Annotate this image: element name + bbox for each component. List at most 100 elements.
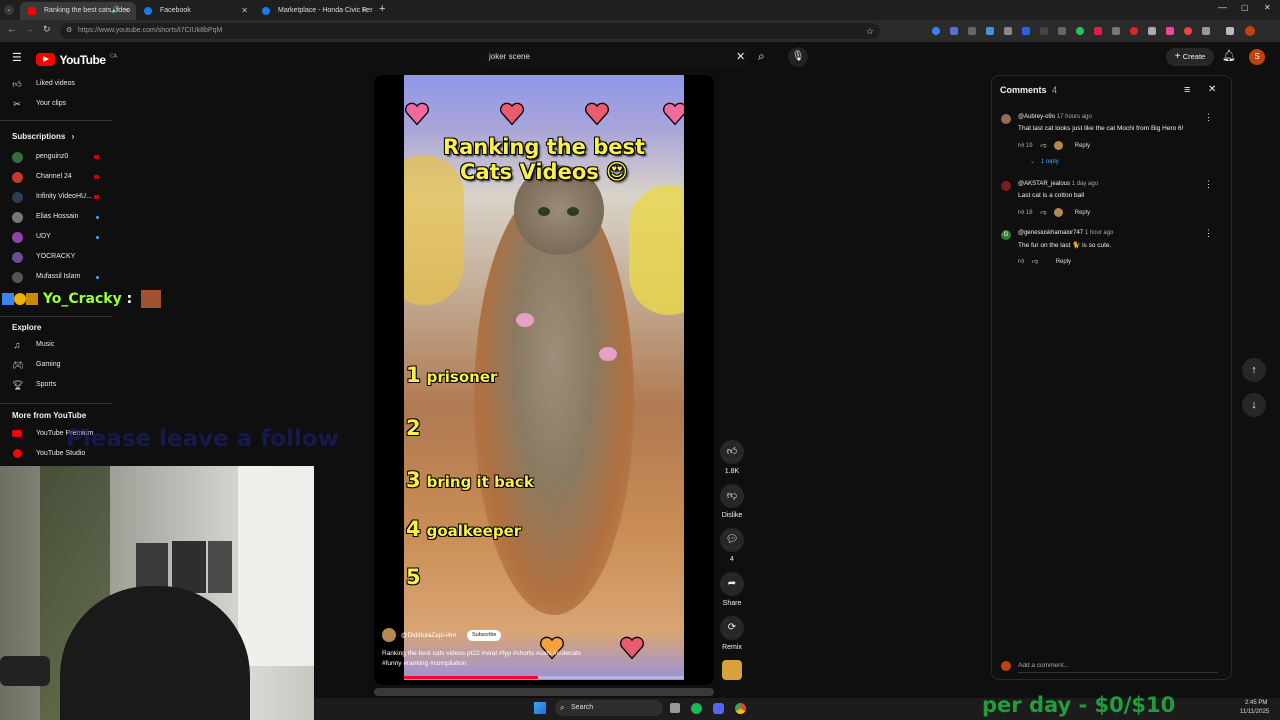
extension-icon[interactable]	[1040, 27, 1048, 35]
share-action[interactable]: ➦ Share	[720, 572, 744, 607]
create-button[interactable]: + Create	[1166, 48, 1214, 66]
shorts-player[interactable]: Ranking the best Cats Videos 😍 1 prisoner…	[374, 75, 714, 685]
comments-action[interactable]: 💬︎ 4	[720, 528, 744, 563]
reply-button[interactable]: Reply	[1056, 259, 1071, 265]
sidebar-item-subscription[interactable]: YOCRACKY	[0, 248, 110, 266]
comment-author[interactable]: @AKSTAR_jealous	[1018, 181, 1070, 187]
clear-search-icon[interactable]: ✕	[736, 50, 745, 63]
previous-video-button[interactable]: ↑	[1242, 358, 1266, 382]
like-action[interactable]: 👍︎ 1.8K	[720, 440, 744, 475]
extension-icon[interactable]	[1130, 27, 1138, 35]
commenter-avatar[interactable]	[1001, 114, 1011, 124]
thumbs-down-icon[interactable]: 👎︎	[720, 484, 744, 508]
site-info-icon[interactable]: ⚙	[66, 23, 72, 39]
task-view-icon[interactable]	[670, 703, 680, 713]
extension-icon[interactable]	[950, 27, 958, 35]
reply-button[interactable]: Reply	[1075, 210, 1090, 216]
comment-icon[interactable]: 💬︎	[720, 528, 744, 552]
extension-icon[interactable]	[968, 27, 976, 35]
new-tab-button[interactable]: +	[379, 3, 385, 15]
sidebar-item-sports[interactable]: 🏆︎ Sports	[0, 376, 110, 394]
comment-menu-icon[interactable]: ⋮	[1204, 179, 1213, 190]
thumbs-up-icon[interactable]: 👍︎	[1018, 210, 1024, 216]
comment-author[interactable]: @Aubrey-o9o	[1018, 114, 1055, 120]
reload-icon[interactable]: ↻	[43, 24, 51, 35]
video-scrollbar[interactable]	[374, 688, 714, 696]
commenter-avatar[interactable]: G	[1001, 230, 1011, 240]
youtube-logo[interactable]: YouTube CA	[36, 51, 117, 67]
extension-icon[interactable]	[986, 27, 994, 35]
remix-action[interactable]: ⟳ Remix	[720, 616, 744, 651]
sort-icon[interactable]: ≡	[1184, 84, 1190, 96]
sidebar-item-liked-videos[interactable]: 👍︎ Liked videos	[0, 75, 110, 93]
forward-icon[interactable]: →	[25, 24, 34, 34]
extension-icon[interactable]	[1166, 27, 1174, 35]
close-comments-icon[interactable]: ✕	[1208, 84, 1216, 95]
close-window-icon[interactable]: ✕	[1264, 3, 1271, 12]
taskbar-search[interactable]: ⌕ Search	[555, 700, 663, 716]
voice-search-icon[interactable]: 🎙	[788, 47, 808, 67]
extension-icon[interactable]	[1058, 27, 1066, 35]
thumbs-down-icon[interactable]: 👎︎	[1040, 210, 1046, 216]
windows-start-icon[interactable]	[534, 702, 546, 714]
notifications-bell-icon[interactable]: 🔔︎	[1222, 49, 1236, 62]
channel-handle[interactable]: @DidiItulaZapi-i4m	[401, 632, 456, 639]
sidebar-item-subscription[interactable]: UDY	[0, 228, 110, 246]
commenter-avatar[interactable]	[1001, 181, 1011, 191]
extension-icon[interactable]	[1004, 27, 1012, 35]
clock-date[interactable]: 11/11/2025	[1240, 709, 1269, 715]
sidebar-item-subscription[interactable]: Elias Hossain	[0, 208, 110, 226]
back-icon[interactable]: ←	[7, 24, 16, 34]
comment-author[interactable]: @genesiuskharnaior747	[1018, 230, 1083, 236]
close-tab-icon[interactable]: ✕	[123, 2, 130, 20]
maximize-icon[interactable]: ▢	[1241, 3, 1249, 12]
extension-icon[interactable]	[1202, 27, 1210, 35]
sidebar-item-subscription[interactable]: penguinz0	[0, 148, 110, 166]
audio-icon[interactable]: 🔊	[111, 2, 120, 20]
sidebar-item-your-clips[interactable]: ✂ Your clips	[0, 95, 110, 113]
view-replies-button[interactable]: ⌄ 1 reply	[1030, 158, 1059, 165]
spotify-icon[interactable]	[691, 703, 702, 714]
minimize-icon[interactable]: —	[1218, 2, 1227, 12]
sidebar-item-music[interactable]: ♫ Music	[0, 336, 110, 354]
video-content[interactable]: Ranking the best Cats Videos 😍 1 prisoner…	[404, 75, 684, 680]
extension-icon[interactable]	[1226, 27, 1234, 35]
comment-menu-icon[interactable]: ⋮	[1204, 228, 1213, 239]
thumbs-down-icon[interactable]: 👎︎	[1032, 259, 1038, 265]
subscriptions-heading[interactable]: Subscriptions ›	[12, 132, 74, 141]
discord-icon[interactable]	[713, 703, 724, 714]
close-tab-icon[interactable]: ✕	[361, 2, 368, 20]
chrome-icon[interactable]	[735, 703, 746, 714]
account-avatar[interactable]: S	[1249, 49, 1265, 65]
sidebar-item-subscription[interactable]: Mufassil Islam	[0, 268, 110, 286]
tab-marketplace[interactable]: Marketplace - Honda Civic Fer ✕	[254, 2, 374, 20]
video-progress-bar[interactable]	[404, 676, 684, 679]
extension-icon[interactable]	[1094, 27, 1102, 35]
tab-facebook[interactable]: Facebook ✕	[136, 2, 254, 20]
reply-button[interactable]: Reply	[1075, 143, 1090, 149]
next-video-button[interactable]: ↓	[1242, 393, 1266, 417]
thumbs-up-icon[interactable]: 👍︎	[720, 440, 744, 464]
subscribe-button[interactable]: Subscribe	[467, 630, 502, 641]
add-comment-input[interactable]: Add a comment...	[1018, 662, 1218, 673]
extension-icon[interactable]	[1022, 27, 1030, 35]
thumbs-up-icon[interactable]: 👍︎	[1018, 143, 1024, 149]
remix-icon[interactable]: ⟳	[720, 616, 744, 640]
channel-avatar[interactable]	[382, 628, 396, 642]
profile-avatar-icon[interactable]	[1245, 26, 1255, 36]
sidebar-item-gaming[interactable]: 🎮︎ Gaming	[0, 356, 110, 374]
clock-time[interactable]: 2:45 PM	[1245, 700, 1267, 706]
extension-icon[interactable]	[932, 27, 940, 35]
extension-icon[interactable]	[1112, 27, 1120, 35]
sound-thumbnail[interactable]	[722, 660, 742, 680]
search-input[interactable]: joker scene	[480, 47, 750, 67]
extension-icon[interactable]	[1148, 27, 1156, 35]
bookmark-star-icon[interactable]: ☆	[866, 23, 874, 39]
tab-search-icon[interactable]: ⌄	[4, 5, 14, 15]
sidebar-item-subscription[interactable]: Channel 24	[0, 168, 110, 186]
extension-icon[interactable]	[1184, 27, 1192, 35]
close-tab-icon[interactable]: ✕	[241, 2, 248, 20]
thumbs-up-icon[interactable]: 👍︎	[1018, 259, 1024, 265]
url-input[interactable]: ⚙ https://www.youtube.com/shorts/t7CIUk8…	[60, 23, 880, 39]
search-icon[interactable]: ⌕	[758, 49, 765, 64]
